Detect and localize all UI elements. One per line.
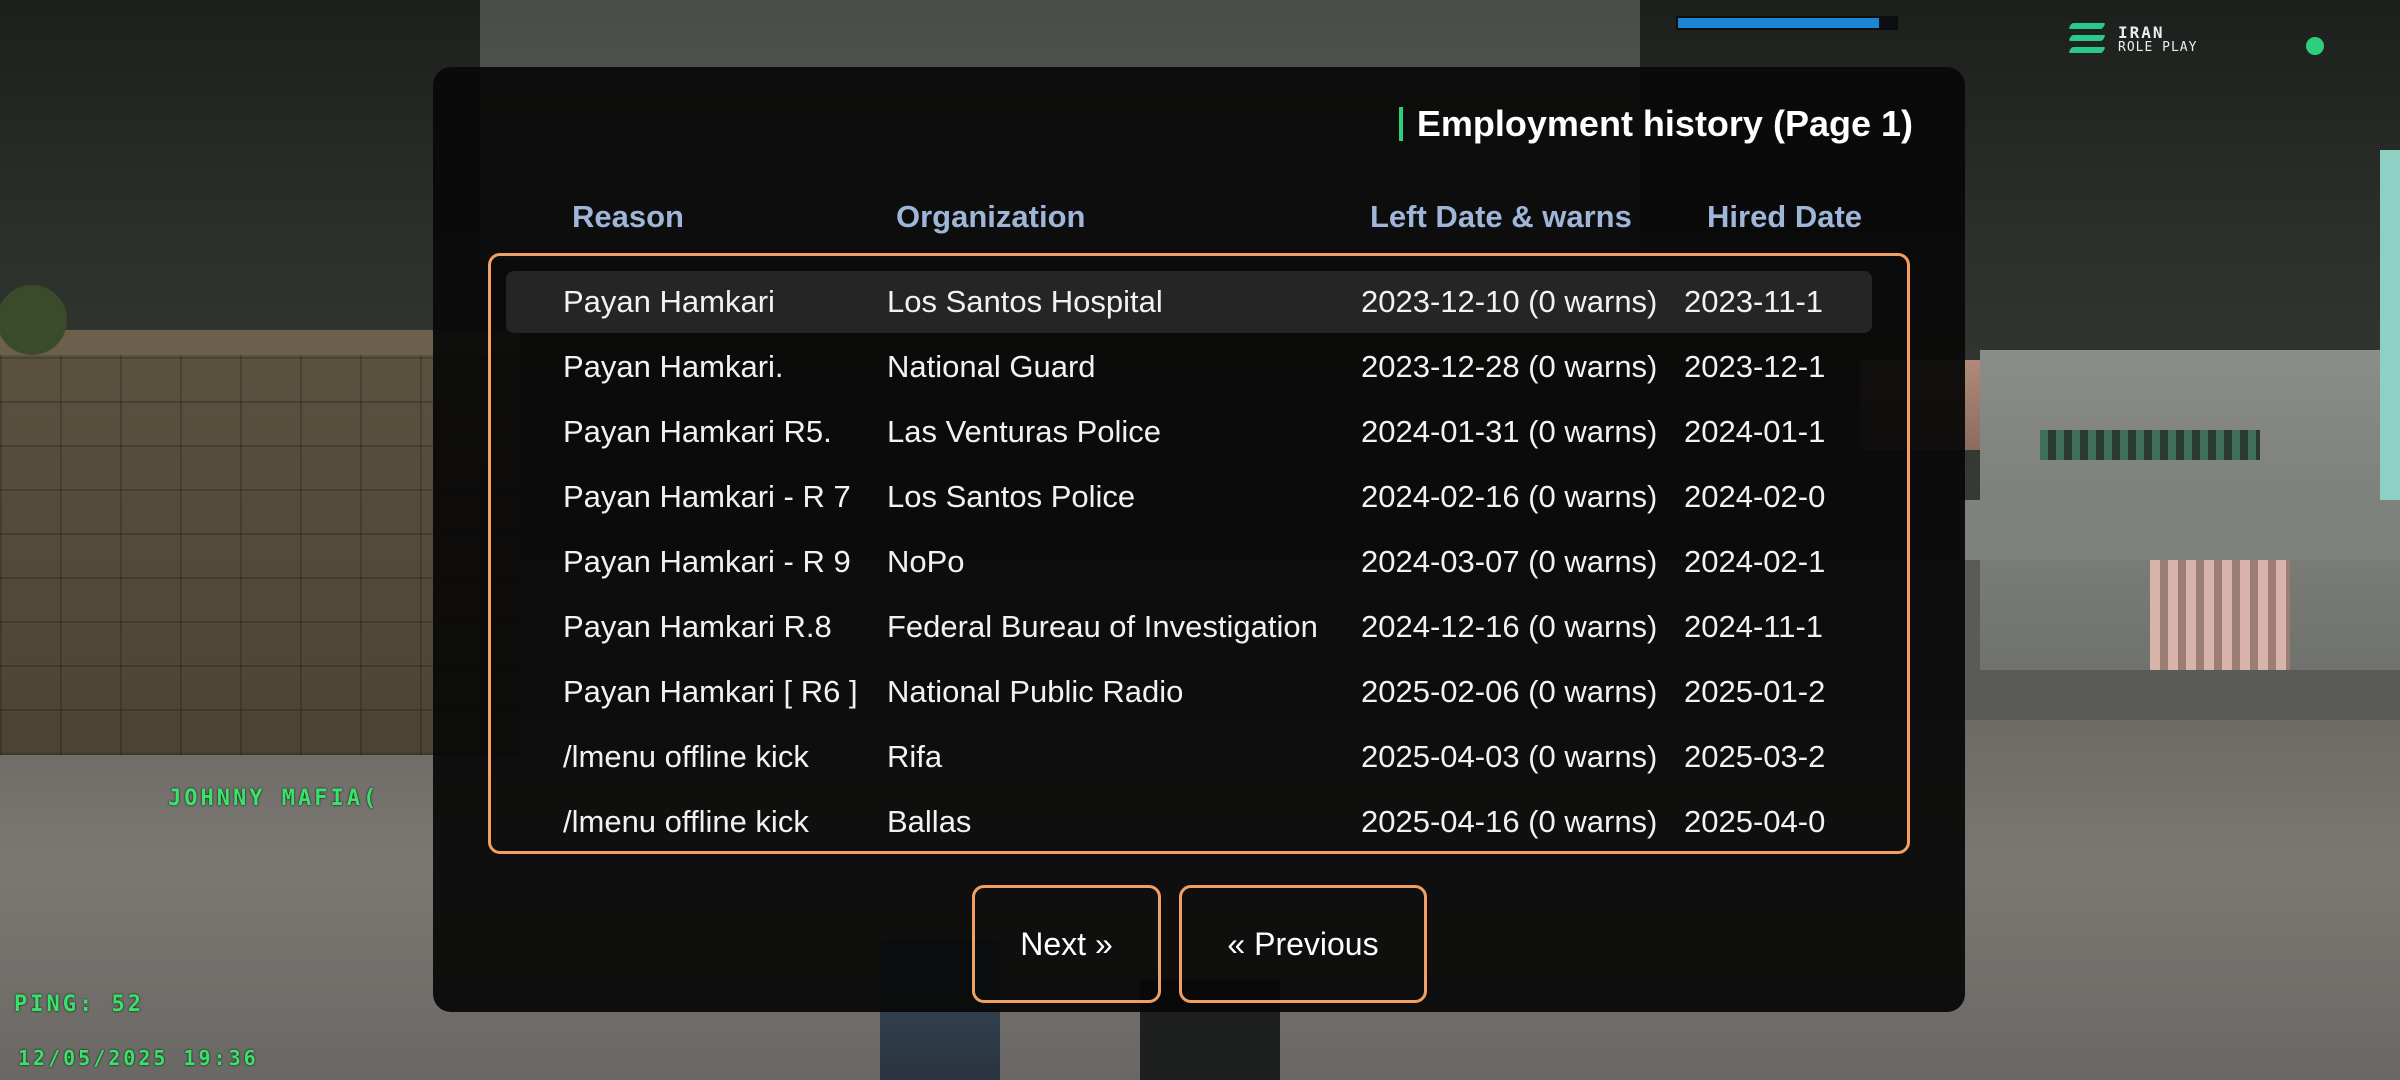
logo-line1: IRAN xyxy=(2118,22,2165,42)
table-row[interactable]: Payan Hamkari. National Guard 2023-12-28 (… xyxy=(506,336,1872,398)
logo-icon xyxy=(2068,19,2110,59)
header-hired-date: Hired Date xyxy=(1707,199,1863,234)
cell-left-date: 2024-01-31 (0 warns) xyxy=(1361,414,1658,449)
cell-hired-date: 2024-02-0 xyxy=(1684,479,1826,514)
header-reason: Reason xyxy=(572,199,684,234)
cell-hired-date: 2024-01-1 xyxy=(1684,414,1826,449)
table-row[interactable]: /lmenu offline kick Ballas 2025-04-16 (0 w… xyxy=(506,791,1872,851)
cell-reason: Payan Hamkari. xyxy=(563,349,784,384)
cell-hired-date: 2024-11-1 xyxy=(1684,609,1824,644)
cell-left-date: 2025-04-03 (0 warns) xyxy=(1361,739,1658,774)
history-list[interactable]: /lmenu offline kick Ballas 2025-04-16 (0 w… xyxy=(488,253,1910,854)
employment-history-dialog: Employment history (Page 1) Reason Organ… xyxy=(433,67,1965,1012)
progress-fill xyxy=(1678,18,1879,28)
column-headers: Reason Organization Left Date & warns Hi… xyxy=(433,199,1965,239)
table-row[interactable]: Payan Hamkari R.8 Federal Bureau of Inves… xyxy=(506,596,1872,658)
building-slab xyxy=(1960,500,2400,560)
cell-organization: Ballas xyxy=(887,804,972,839)
cell-organization: Las Venturas Police xyxy=(887,414,1162,449)
cell-reason: Payan Hamkari - R 9 xyxy=(563,544,851,579)
cell-reason: Payan Hamkari xyxy=(563,284,775,319)
cell-hired-date: 2025-04-0 xyxy=(1684,804,1826,839)
logo-line2: ROLE PLAY xyxy=(2118,39,2198,55)
dialog-title: Employment history (Page 1) xyxy=(1398,103,1913,145)
previous-page-button[interactable]: « Previous xyxy=(1179,885,1427,1003)
cell-reason: Payan Hamkari R5. xyxy=(563,414,832,449)
next-page-button[interactable]: Next » xyxy=(972,885,1161,1003)
cell-reason: Payan Hamkari - R 7 xyxy=(563,479,851,514)
header-left-date: Left Date & warns xyxy=(1370,199,1632,234)
cell-hired-date: 2023-11-1 xyxy=(1684,284,1824,319)
table-row[interactable]: Payan Hamkari - R 7 Los Santos Police 2024… xyxy=(506,466,1872,528)
cell-organization: National Public Radio xyxy=(887,674,1184,709)
cell-organization: Los Santos Hospital xyxy=(887,284,1163,319)
cell-left-date: 2024-12-16 (0 warns) xyxy=(1361,609,1658,644)
cell-hired-date: 2024-02-1 xyxy=(1684,544,1826,579)
cell-organization: Federal Bureau of Investigation xyxy=(887,609,1318,644)
cell-left-date: 2023-12-28 (0 warns) xyxy=(1361,349,1658,384)
ping-readout: PING: 52 xyxy=(14,992,144,1017)
connection-status-dot xyxy=(2306,37,2324,55)
header-organization: Organization xyxy=(896,199,1086,234)
datetime-readout: 12/05/2025 19:36 xyxy=(18,1046,259,1070)
title-accent-bar xyxy=(1398,107,1403,141)
table-row[interactable]: Payan Hamkari [ R6 ] National Public Radi… xyxy=(506,661,1872,723)
cell-organization: Rifa xyxy=(887,739,943,774)
cell-hired-date: 2025-03-2 xyxy=(1684,739,1826,774)
cell-reason: Payan Hamkari R.8 xyxy=(563,609,832,644)
dialog-title-text: Employment history (Page 1) xyxy=(1416,103,1913,144)
cell-reason: /lmenu offline kick xyxy=(563,804,809,839)
building-windows xyxy=(2040,430,2260,460)
server-logo: IRAN ROLE PLAY xyxy=(2068,14,2250,64)
table-row[interactable]: Payan Hamkari Los Santos Hospital 2023-12-… xyxy=(506,271,1872,333)
tower xyxy=(2380,150,2400,500)
player-name-tag: JOHNNY MAFIA( xyxy=(168,786,380,811)
cell-left-date: 2023-12-10 (0 warns) xyxy=(1361,284,1658,319)
cell-left-date: 2024-02-16 (0 warns) xyxy=(1361,479,1658,514)
cell-reason: /lmenu offline kick xyxy=(563,739,809,774)
cell-organization: Los Santos Police xyxy=(887,479,1136,514)
cell-organization: National Guard xyxy=(887,349,1096,384)
cell-left-date: 2025-02-06 (0 warns) xyxy=(1361,674,1658,709)
building-facade xyxy=(2150,560,2290,670)
health-progress-bar xyxy=(1676,16,1898,30)
cell-organization: NoPo xyxy=(887,544,965,579)
table-row[interactable]: Payan Hamkari - R 9 NoPo 2024-03-07 (0 war… xyxy=(506,531,1872,593)
cell-left-date: 2024-03-07 (0 warns) xyxy=(1361,544,1658,579)
cell-left-date: 2025-04-16 (0 warns) xyxy=(1361,804,1658,839)
table-row[interactable]: /lmenu offline kick Rifa 2025-04-03 (0 war… xyxy=(506,726,1872,788)
cell-hired-date: 2023-12-1 xyxy=(1684,349,1826,384)
cell-hired-date: 2025-01-2 xyxy=(1684,674,1826,709)
cell-reason: Payan Hamkari [ R6 ] xyxy=(563,674,858,709)
table-row[interactable]: Payan Hamkari R5. Las Venturas Police 2024… xyxy=(506,401,1872,463)
tree xyxy=(0,260,80,380)
logo-text: IRAN ROLE PLAY xyxy=(2118,22,2198,55)
